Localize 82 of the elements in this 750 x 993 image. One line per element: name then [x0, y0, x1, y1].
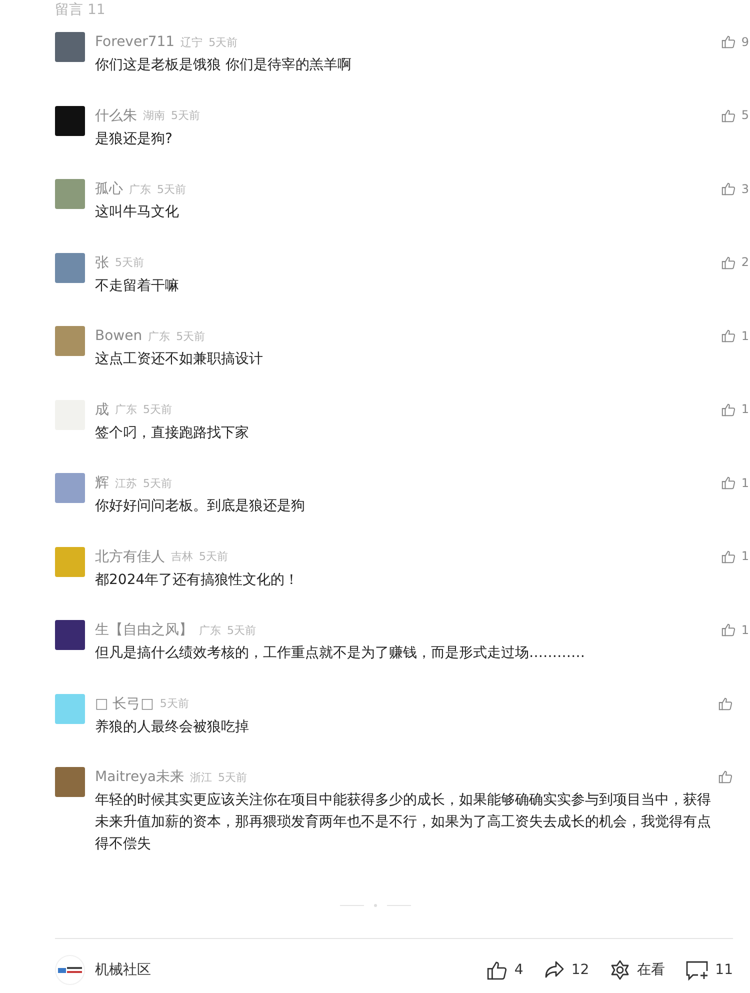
like-count: 1	[741, 622, 749, 636]
comment-region: 广东	[115, 402, 137, 417]
thumbs-up-icon[interactable]	[721, 622, 736, 637]
avatar-photo	[55, 32, 85, 62]
comment-time: 5天前	[227, 622, 256, 638]
account-logo	[55, 955, 85, 985]
thumbs-up-icon[interactable]	[721, 475, 736, 490]
comment-text: 年轻的时候其实更应该关注你在项目中能获得多少的成长，如果能够确确实实参与到项目当中，获得未来升值加薪的资本，那再猥琐发育两年也不是不行，如果为了高工资失去成长的机会，我觉得有点得不偿失	[95, 791, 712, 854]
comment-text: 这点工资还不如兼职搞设计	[95, 350, 264, 369]
comment-region: 广东	[129, 182, 151, 196]
avatar-photo	[55, 326, 85, 356]
share-count: 12	[571, 962, 590, 978]
comment-time: 5天前	[115, 255, 144, 270]
commenter-name: Maitreya未来	[95, 768, 184, 786]
comment-time: 5天前	[171, 108, 200, 123]
comment-region: 湖南	[143, 108, 165, 123]
comment-region: 广东	[199, 622, 221, 638]
comment-time: 5天前	[143, 476, 172, 490]
comment-text: 养狼的人最终会被狼吃掉	[95, 718, 250, 736]
thumbs-up-icon[interactable]	[721, 181, 736, 196]
like-count: 9	[741, 34, 749, 48]
like-count: 3	[741, 182, 749, 196]
like-count: 1	[741, 402, 749, 416]
comment-text: 你好好问问老板。到底是狼还是狗	[95, 497, 306, 516]
comment-text: 这叫牛马文化	[95, 203, 180, 222]
comments-heading: 留言 11	[54, 1, 106, 19]
commenter-name: 孤心	[95, 180, 123, 198]
comment-region: 吉林	[171, 549, 193, 564]
like-count: 1	[741, 549, 749, 563]
avatar-photo	[55, 546, 85, 576]
commenter-name: Forever711	[95, 34, 175, 50]
comment-region: 浙江	[190, 770, 212, 784]
commenter-name: 辉	[95, 474, 109, 492]
thumbs-up-icon[interactable]	[718, 769, 733, 784]
avatar-photo	[55, 106, 85, 136]
avatar-photo	[55, 620, 85, 650]
comment-time: 5天前	[199, 549, 228, 564]
commenter-name: Bowen	[95, 328, 142, 344]
thumbs-up-icon[interactable]	[721, 328, 736, 343]
comment-region: 辽宁	[180, 34, 203, 50]
comment-time: 5天前	[208, 34, 238, 50]
comment-text: 签个叼，直接跑路找下家	[95, 424, 250, 442]
thumbs-up-icon[interactable]	[721, 34, 736, 49]
comment-text: 但凡是搞什么绩效考核的，工作重点就不是为了赚钱，而是形式走过场…………	[95, 644, 586, 663]
star-flower-icon[interactable]	[609, 959, 632, 981]
thumbs-up-icon[interactable]	[721, 548, 736, 564]
comment-time: 5天前	[157, 182, 186, 196]
thumbs-up-icon[interactable]	[718, 696, 733, 710]
avatar-photo	[55, 694, 85, 724]
comment-time: 5天前	[160, 696, 189, 711]
account-name[interactable]: 机械社区	[95, 961, 466, 979]
like-count: 2	[741, 255, 749, 269]
avatar-photo	[55, 767, 85, 797]
like-count: 4	[514, 962, 524, 978]
avatar-photo	[55, 473, 85, 503]
like-count: 5	[741, 108, 749, 122]
comment-count: 11	[715, 962, 733, 978]
like-count: 1	[741, 476, 749, 490]
commenter-name: 成	[95, 400, 109, 418]
comment-text: 都2024年了还有搞狼性文化的！	[95, 570, 300, 590]
commenter-name: 什么朱	[95, 106, 137, 124]
watching-label[interactable]: 在看	[637, 961, 666, 979]
comment-time: 5天前	[176, 328, 206, 344]
avatar-photo	[55, 252, 85, 282]
comment-text: 是狼还是狗?	[95, 130, 174, 148]
comment-region: 江苏	[115, 476, 137, 490]
comment-add-icon[interactable]	[685, 959, 710, 981]
avatar-photo	[55, 179, 85, 209]
commenter-name: □ 长弓□	[95, 694, 154, 712]
comment-time: 5天前	[143, 402, 172, 417]
commenter-name: 张	[95, 254, 109, 272]
commenter-name: 生【自由之风】	[95, 621, 193, 639]
comment-time: 5天前	[218, 770, 247, 784]
comment-text: 你们这是老板是饿狼 你们是待宰的羔羊啊	[95, 56, 352, 75]
thumbs-up-icon[interactable]	[721, 402, 736, 416]
thumbs-up-icon[interactable]	[486, 959, 508, 981]
thumbs-up-icon[interactable]	[721, 254, 736, 270]
like-count: 1	[741, 328, 749, 342]
comment-text: 不走留着干嘛	[95, 276, 180, 296]
comment-region: 广东	[148, 328, 170, 344]
commenter-name: 北方有佳人	[95, 548, 165, 566]
thumbs-up-icon[interactable]	[721, 108, 736, 122]
